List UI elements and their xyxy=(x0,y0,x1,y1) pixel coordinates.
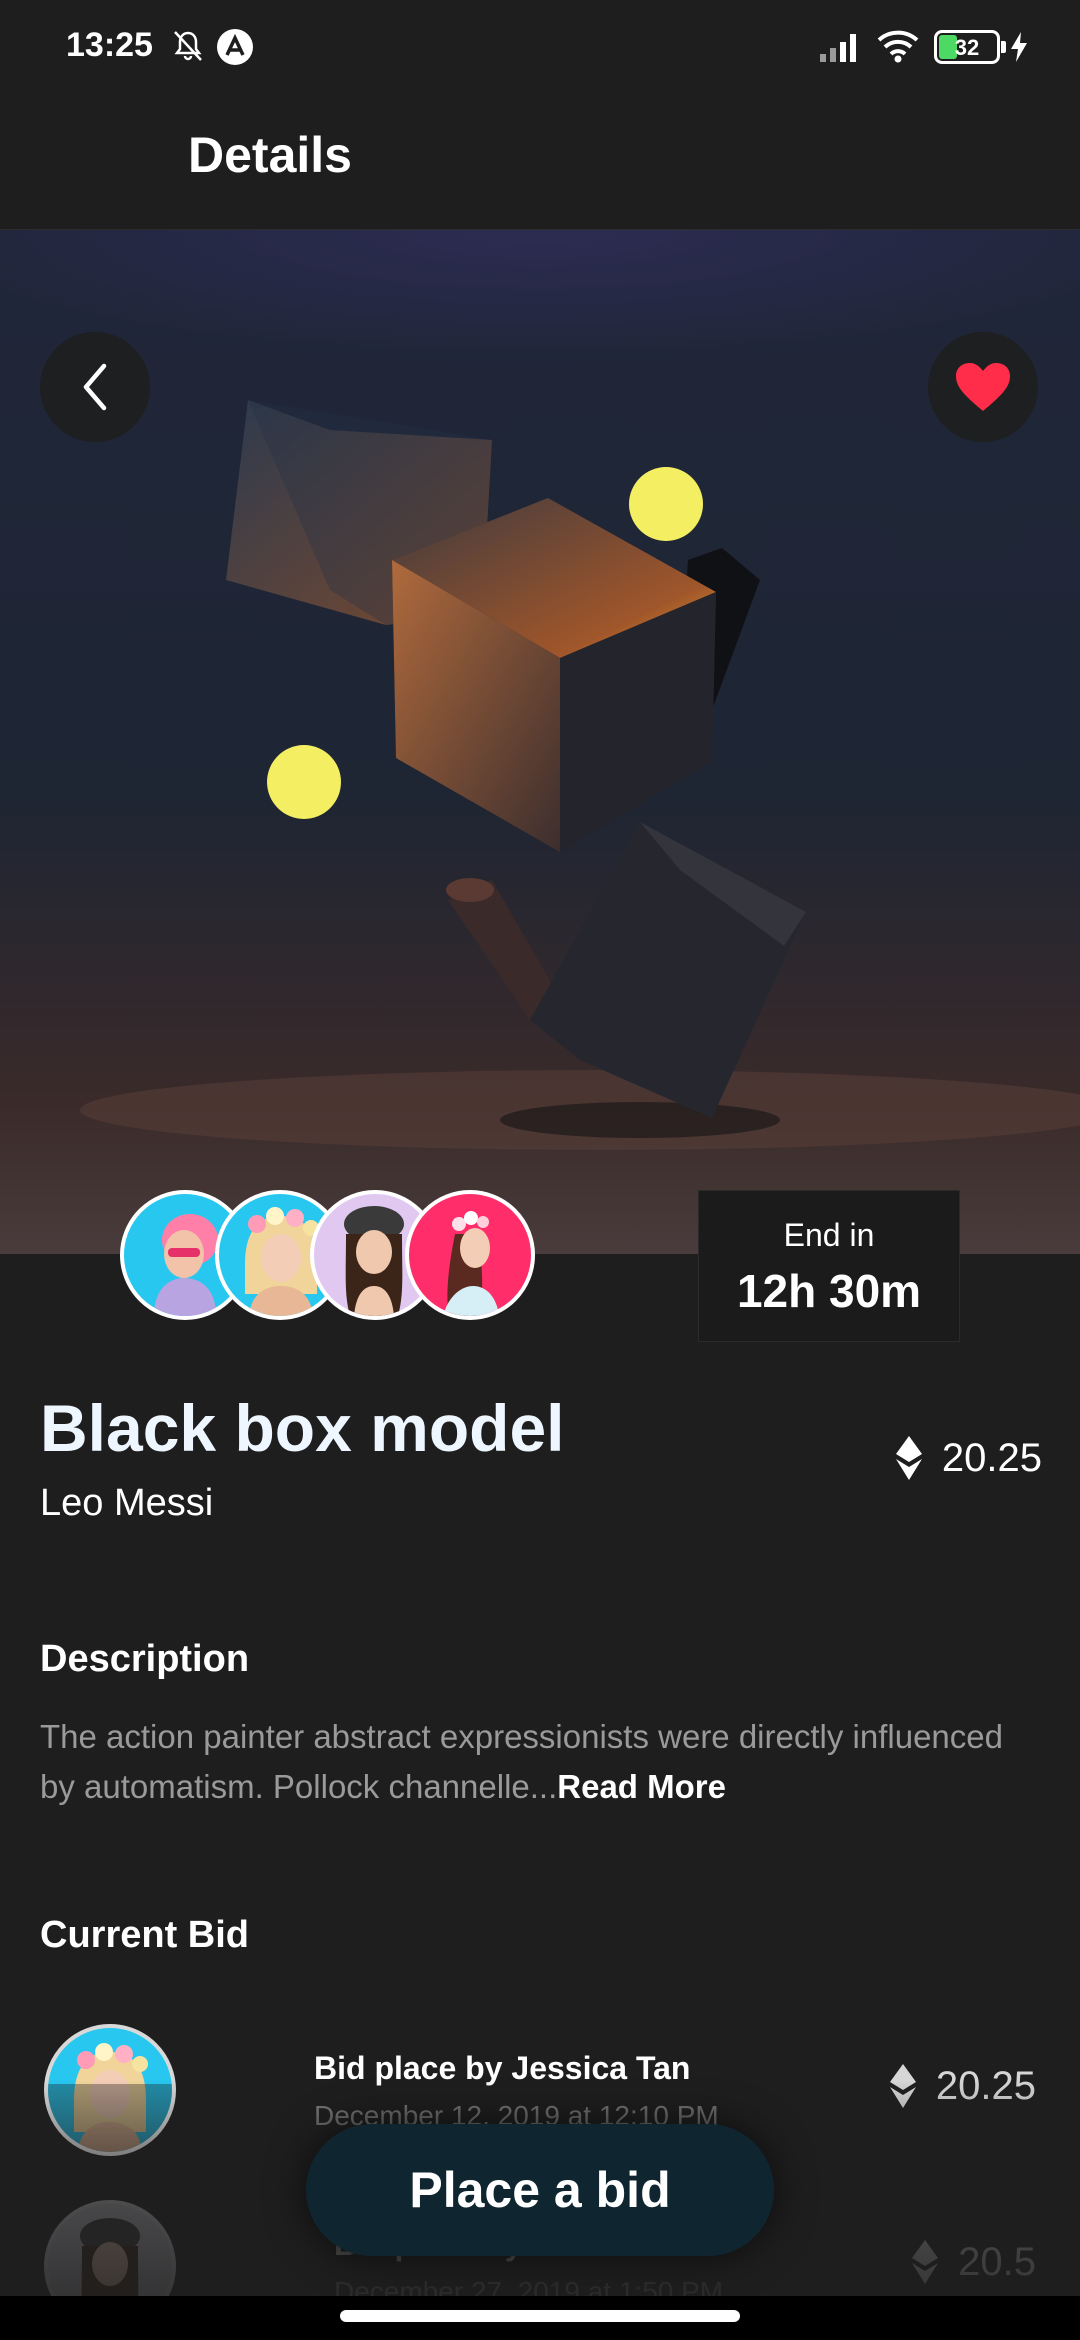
system-nav-bar xyxy=(0,2296,1080,2340)
current-bid-heading: Current Bid xyxy=(40,1914,249,1956)
artwork-illustration xyxy=(0,230,1080,1254)
bid-amount-value: 20.25 xyxy=(935,2063,1036,2108)
bid-name: Bid place by Jessica Tan xyxy=(314,2050,691,2086)
battery-icon: 32 xyxy=(934,30,1006,64)
place-bid-button[interactable]: Place a bid xyxy=(306,2124,774,2256)
participant-avatars xyxy=(120,1190,540,1320)
back-button[interactable] xyxy=(40,332,150,442)
avatar[interactable] xyxy=(405,1190,535,1320)
bid-amount: 20.5 xyxy=(910,2238,1036,2286)
status-bar: 13:25 32 xyxy=(0,0,1080,96)
ethereum-icon xyxy=(895,1436,922,1480)
home-indicator[interactable] xyxy=(340,2310,740,2322)
item-author[interactable]: Leo Messi xyxy=(40,1482,213,1525)
item-title: Black box model xyxy=(40,1391,565,1465)
description-heading: Description xyxy=(40,1638,250,1680)
price-value: 20.25 xyxy=(941,1435,1042,1480)
status-time: 13:25 xyxy=(66,26,153,64)
wifi-icon xyxy=(877,30,919,63)
bid-amount: 20.25 xyxy=(888,2062,1036,2110)
auction-timer: End in 12h 30m xyxy=(698,1190,960,1342)
description-text: The action painter abstract expressionis… xyxy=(40,1712,1040,1812)
end-label: End in xyxy=(783,1217,875,1253)
bell-off-icon xyxy=(174,31,202,61)
ethereum-icon xyxy=(912,2240,939,2284)
app-indicator-icon xyxy=(217,29,253,65)
battery-level: 32 xyxy=(954,35,980,60)
page-title: Details xyxy=(188,127,352,183)
read-more-link[interactable]: Read More xyxy=(557,1768,726,1805)
bid-amount-value: 20.5 xyxy=(958,2239,1036,2284)
heart-icon xyxy=(956,363,1010,411)
app-bar: Details xyxy=(0,96,1080,230)
end-value: 12h 30m xyxy=(736,1265,922,1317)
signal-icon xyxy=(820,34,856,62)
ethereum-icon xyxy=(889,2064,916,2108)
chevron-left-icon xyxy=(83,363,107,411)
item-price: 20.25 xyxy=(894,1434,1042,1482)
artwork-image xyxy=(0,230,1080,1254)
description-body: The action painter abstract expressionis… xyxy=(40,1718,1003,1805)
charging-icon xyxy=(1011,32,1027,62)
favorite-button[interactable] xyxy=(928,332,1038,442)
avatar xyxy=(44,2024,176,2156)
